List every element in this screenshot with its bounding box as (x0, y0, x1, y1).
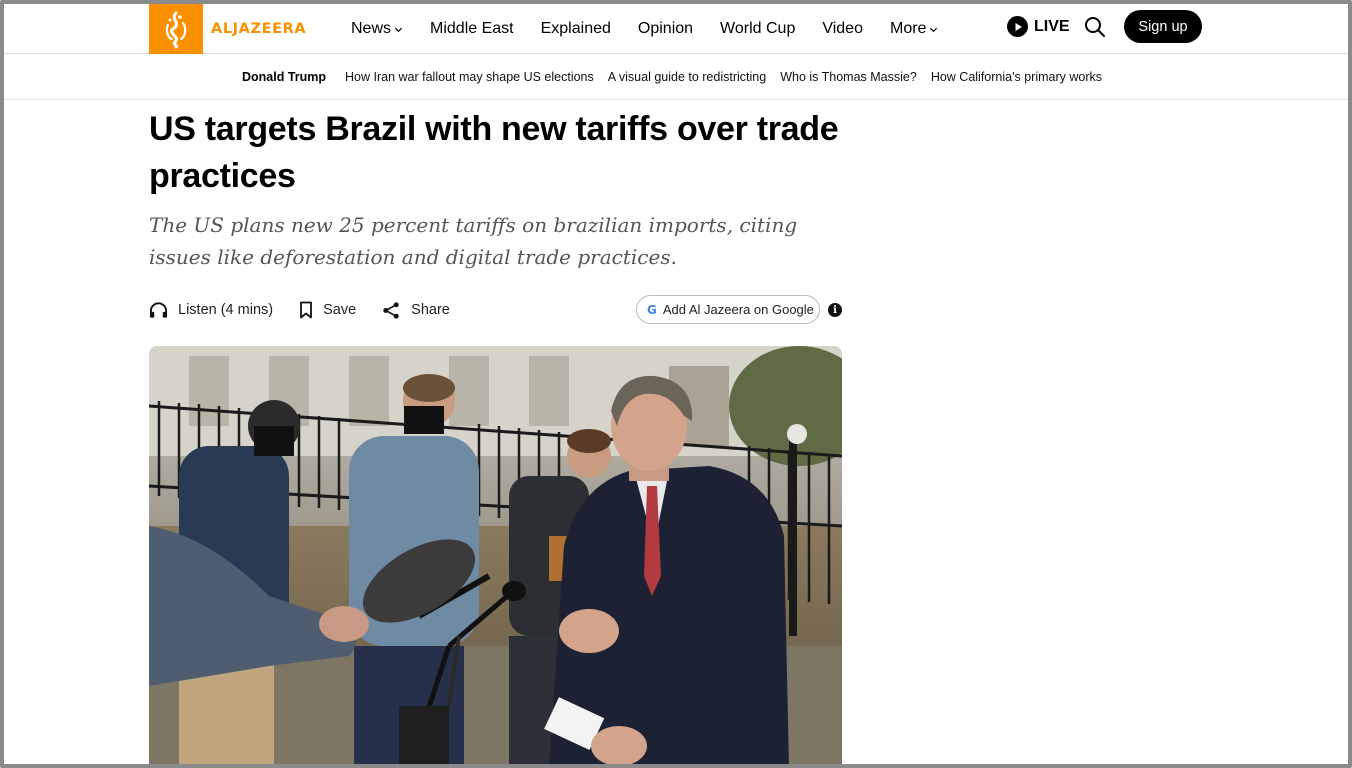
nav-item-video[interactable]: Video (822, 20, 863, 38)
nav-item-middle-east[interactable]: Middle East (430, 20, 514, 38)
search-icon[interactable] (1083, 15, 1107, 39)
site-header: ALJAZEERA News Middle East Explained Opi… (4, 4, 1348, 54)
nav-item-world-cup[interactable]: World Cup (720, 20, 795, 38)
article-subheadline: The US plans new 25 percent tariffs on b… (149, 213, 798, 269)
chevron-down-icon (929, 25, 938, 34)
nav-item-opinion[interactable]: Opinion (638, 20, 693, 38)
nav-item-news[interactable]: News (351, 20, 403, 38)
trending-link[interactable]: Who is Thomas Massie? (780, 70, 917, 84)
trending-bar: Donald Trump How Iran war fallout may sh… (4, 55, 1348, 100)
play-icon (1007, 16, 1028, 37)
nav-item-label: Video (822, 20, 863, 37)
trending-link[interactable]: How California's primary works (931, 70, 1102, 84)
signup-button[interactable]: Sign up (1124, 10, 1202, 43)
nav-item-label: News (351, 20, 392, 37)
share-label: Share (411, 302, 450, 318)
article-headline: US targets Brazil with new tariffs over … (149, 110, 839, 195)
nav-item-label: World Cup (720, 20, 796, 37)
nav-item-label: Opinion (637, 20, 694, 37)
nav-item-label: Explained (540, 20, 611, 37)
live-label: LIVE (1034, 17, 1070, 35)
trending-link[interactable]: How Iran war fallout may shape US electi… (345, 70, 594, 84)
article-actions: Listen (4 mins) Save Share (149, 297, 476, 323)
main-nav: News Middle East Explained Opinion World… (351, 4, 965, 54)
listen-button[interactable]: Listen (4 mins) (149, 301, 273, 319)
trending-lead-link[interactable]: Donald Trump (242, 70, 326, 84)
nav-item-label: Middle East (430, 20, 514, 37)
site-logo[interactable]: ALJAZEERA (149, 4, 306, 54)
logo-calligraphy-icon (149, 4, 203, 54)
article-hero-image (149, 346, 842, 768)
add-on-google-button[interactable]: G Add Al Jazeera on Google (636, 295, 820, 324)
chevron-down-icon (394, 25, 403, 34)
nav-item-explained[interactable]: Explained (541, 20, 611, 38)
google-icon: G (647, 302, 657, 317)
info-icon[interactable]: i (828, 303, 842, 317)
nav-item-more[interactable]: More (890, 20, 938, 38)
add-on-google-label: Add Al Jazeera on Google (662, 302, 814, 317)
bookmark-icon (300, 301, 312, 319)
listen-label: Listen (4 mins) (178, 302, 274, 318)
save-label: Save (323, 302, 357, 318)
share-icon (383, 301, 399, 319)
save-button[interactable]: Save (299, 301, 356, 319)
trending-link[interactable]: A visual guide to redistricting (608, 70, 766, 84)
logo-wordmark: ALJAZEERA (211, 21, 307, 37)
share-button[interactable]: Share (382, 301, 450, 320)
nav-item-label: More (889, 20, 927, 37)
live-button[interactable]: LIVE (1007, 16, 1070, 37)
headphones-icon (149, 302, 168, 318)
